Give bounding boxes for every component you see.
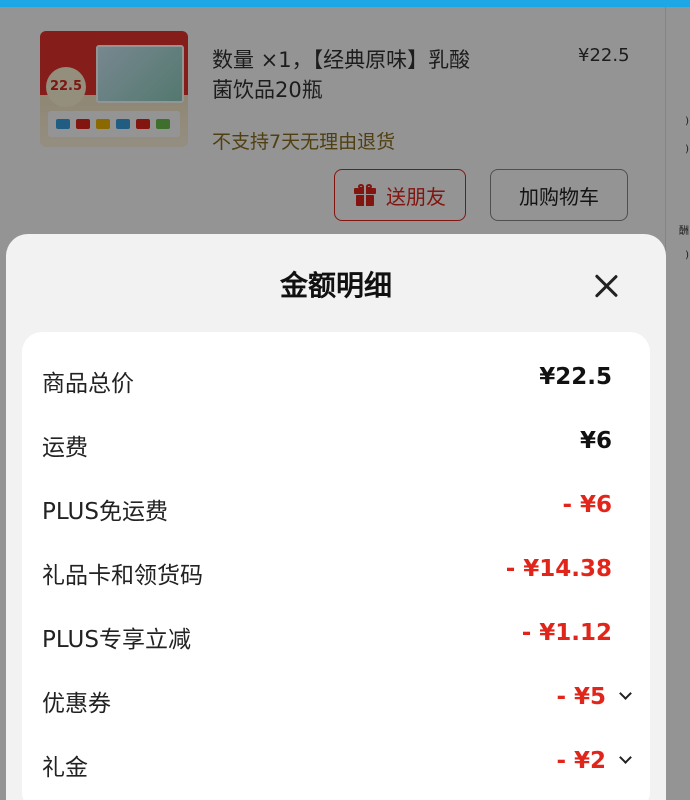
row-plus-discount: PLUS专享立减 - ¥1.12 bbox=[22, 614, 650, 654]
row-plus-free-shipping: PLUS免运费 - ¥6 bbox=[22, 486, 650, 526]
chevron-down-icon[interactable] bbox=[620, 754, 630, 764]
top-status-bar bbox=[0, 0, 690, 7]
row-value: - ¥1.12 bbox=[521, 620, 612, 646]
row-value: - ¥5 bbox=[556, 684, 606, 710]
screen: 22.5 数量 ×1，【经典原味】乳酸菌饮品20瓶 ¥22.5 不支持7天无理由… bbox=[0, 0, 690, 800]
row-label: 运费 bbox=[42, 435, 88, 461]
row-label: 优惠券 bbox=[42, 691, 111, 717]
close-icon[interactable] bbox=[586, 266, 626, 306]
amount-detail-sheet: 金额明细 商品总价 ¥22.5 运费 ¥6 PLUS免运费 - ¥6 礼品卡和领… bbox=[6, 234, 666, 800]
sheet-title: 金额明细 bbox=[279, 269, 392, 302]
row-value: - ¥14.38 bbox=[505, 556, 612, 582]
row-value: - ¥6 bbox=[562, 492, 612, 518]
row-coupon[interactable]: 优惠券 - ¥5 bbox=[22, 678, 650, 718]
row-gift-money[interactable]: 礼金 - ¥2 bbox=[22, 742, 650, 782]
row-label: 礼品卡和领货码 bbox=[42, 563, 203, 589]
row-label: PLUS免运费 bbox=[42, 499, 168, 525]
row-shipping: 运费 ¥6 bbox=[22, 422, 650, 462]
row-gift-card: 礼品卡和领货码 - ¥14.38 bbox=[22, 550, 650, 590]
row-label: PLUS专享立减 bbox=[42, 627, 191, 653]
row-goods-total: 商品总价 ¥22.5 bbox=[22, 358, 650, 398]
row-value: ¥22.5 bbox=[539, 364, 612, 390]
row-value: - ¥2 bbox=[556, 748, 606, 774]
row-value: ¥6 bbox=[579, 428, 612, 454]
chevron-down-icon[interactable] bbox=[620, 690, 630, 700]
row-label: 商品总价 bbox=[42, 371, 134, 397]
amount-detail-list: 商品总价 ¥22.5 运费 ¥6 PLUS免运费 - ¥6 礼品卡和领货码 - … bbox=[22, 332, 650, 800]
row-label: 礼金 bbox=[42, 755, 88, 781]
